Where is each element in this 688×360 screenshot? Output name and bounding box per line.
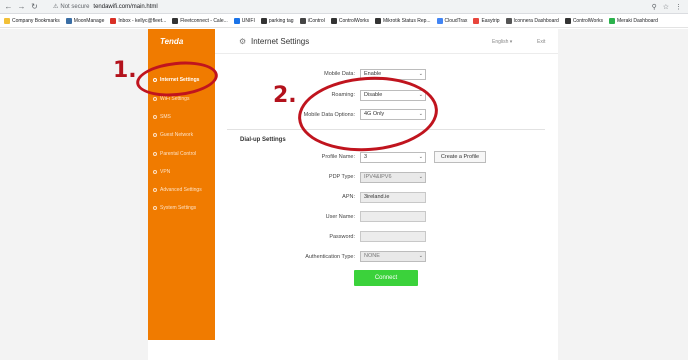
site-icon xyxy=(473,17,480,24)
guest-icon xyxy=(153,133,157,137)
back-icon[interactable]: ← xyxy=(4,2,13,11)
pdp-type-select[interactable]: IPV4&IPV6 ⌄ xyxy=(360,172,426,183)
wifi-icon xyxy=(153,97,157,101)
parental-icon xyxy=(153,152,157,156)
chevron-down-icon: ⌄ xyxy=(418,253,423,259)
site-icon xyxy=(609,17,616,24)
sidebar-item-guest-network[interactable]: Guest Network xyxy=(153,129,213,141)
main-panel: ⚙ Internet Settings English ▾ Exit Mobil… xyxy=(215,29,558,340)
settings-gear-icon: ⚙ xyxy=(239,37,247,46)
bookmark-item[interactable]: Iconnera Dashboard xyxy=(505,17,559,24)
sidebar-item-sms[interactable]: SMS xyxy=(153,111,213,123)
profile-name-select[interactable]: 3 ⌄ xyxy=(360,152,426,163)
authentication-type-label: Authentication Type: xyxy=(305,254,355,260)
security-label: Not secure xyxy=(60,3,90,10)
tenda-logo: Tenda xyxy=(160,37,184,46)
site-icon xyxy=(564,17,571,24)
gear-icon xyxy=(153,206,157,210)
password-label: Password: xyxy=(329,234,355,240)
sidebar-item-parental-control[interactable]: Parental Control xyxy=(153,148,213,160)
bookmark-item[interactable]: Inbox - kellyc@fleet... xyxy=(110,17,166,24)
chevron-down-icon: ⌄ xyxy=(418,71,423,77)
menu-dots-icon[interactable]: ⋮ xyxy=(675,3,682,11)
bookmark-item[interactable]: Meraki Dashboard xyxy=(609,17,658,24)
create-profile-button[interactable]: Create a Profile xyxy=(434,151,486,163)
warning-icon: ⚠ xyxy=(53,4,59,10)
bookmark-item[interactable]: MoonManage xyxy=(65,17,104,24)
page-title: Internet Settings xyxy=(251,37,310,46)
password-field[interactable] xyxy=(360,231,426,242)
mobile-data-label: Mobile Data: xyxy=(324,71,355,77)
site-icon xyxy=(330,17,337,24)
site-icon xyxy=(65,17,72,24)
chevron-down-icon: ⌄ xyxy=(418,174,423,180)
pdp-type-label: PDP Type: xyxy=(328,174,355,180)
bookmark-item[interactable]: iControl xyxy=(299,17,325,24)
bookmark-item[interactable]: parking tag xyxy=(260,17,294,24)
site-icon xyxy=(505,17,512,24)
bookmark-item[interactable]: ControlWorks xyxy=(564,17,603,24)
address-bar[interactable]: tendawifi.com/main.html xyxy=(93,4,157,10)
chevron-down-icon: ⌄ xyxy=(418,154,423,160)
forward-icon[interactable]: → xyxy=(17,2,26,11)
message-icon xyxy=(153,115,157,119)
bookmark-item[interactable]: Mikrotik Status Rep... xyxy=(375,17,431,24)
wrench-icon xyxy=(153,188,157,192)
bookmark-item[interactable]: UNIFI xyxy=(233,17,255,24)
star-icon[interactable]: ☆ xyxy=(663,3,669,11)
sidebar-item-vpn[interactable]: VPN xyxy=(153,166,213,178)
bookmark-item[interactable]: Fleetconnect - Cale... xyxy=(172,17,228,24)
folder-icon xyxy=(4,17,10,24)
apn-label: APN: xyxy=(342,194,355,200)
profile-name-label: Profile Name: xyxy=(321,154,355,160)
vpn-icon xyxy=(153,170,157,174)
bookmark-item[interactable]: Easytrip xyxy=(473,17,500,24)
site-icon xyxy=(375,17,382,24)
language-select[interactable]: English ▾ xyxy=(492,39,512,45)
bookmarks-bar: Company Bookmarks MoonManage Inbox - kel… xyxy=(0,14,688,28)
site-icon xyxy=(436,17,443,24)
browser-toolbar: ← → ↻ ⚠ Not secure tendawifi.com/main.ht… xyxy=(0,0,688,14)
dialup-section-title: Dial-up Settings xyxy=(240,137,286,143)
user-name-label: User Name: xyxy=(325,214,355,220)
exit-link[interactable]: Exit xyxy=(537,39,545,45)
authentication-type-select[interactable]: NONE ⌄ xyxy=(360,251,426,262)
page-background-right xyxy=(558,29,688,360)
apn-field[interactable]: 3ireland.ie xyxy=(360,192,426,203)
site-icon xyxy=(172,17,179,24)
step-2-annotation: 2. xyxy=(273,83,297,108)
sidebar-item-system-settings[interactable]: System Settings xyxy=(153,202,213,214)
bookmark-item[interactable]: Company Bookmarks xyxy=(4,17,60,24)
site-icon xyxy=(233,17,240,24)
bookmark-item[interactable]: CloudTrax xyxy=(436,17,467,24)
connect-button[interactable]: Connect xyxy=(354,270,418,286)
site-icon xyxy=(260,17,267,24)
reload-icon[interactable]: ↻ xyxy=(30,2,39,11)
step-1-annotation: 1. xyxy=(113,58,137,83)
sidebar-item-advanced-settings[interactable]: Advanced Settings xyxy=(153,184,213,196)
bookmark-item[interactable]: ControlWorks xyxy=(330,17,369,24)
page-header: ⚙ Internet Settings English ▾ Exit xyxy=(215,29,558,54)
key-icon[interactable]: ⚲ xyxy=(652,3,657,11)
mail-icon xyxy=(110,17,117,24)
site-icon xyxy=(299,17,306,24)
user-name-field[interactable] xyxy=(360,211,426,222)
security-indicator[interactable]: ⚠ Not secure xyxy=(53,3,90,11)
